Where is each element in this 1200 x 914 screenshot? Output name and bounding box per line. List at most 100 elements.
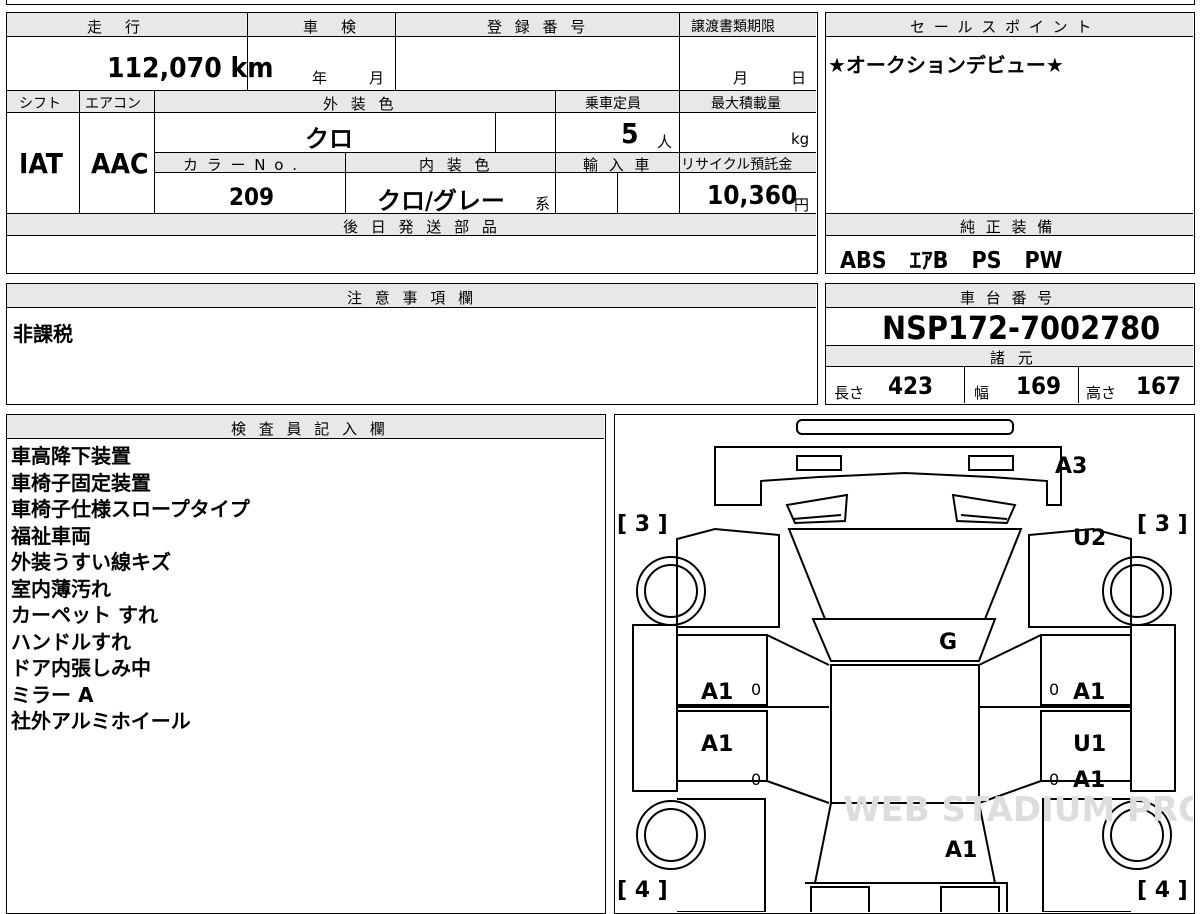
grid-line — [345, 152, 346, 213]
transfer-month: 月 — [733, 69, 749, 87]
windshield — [811, 618, 997, 662]
exterior-color-header: 外 装 色 — [323, 95, 398, 113]
mark-windshield: G — [939, 630, 957, 655]
transfer-day: 日 — [791, 69, 807, 87]
height-value: 167 — [1136, 372, 1182, 400]
grid-line — [555, 90, 556, 213]
roof — [787, 528, 1023, 620]
left-body — [676, 527, 780, 628]
shaken-year: 年 — [312, 69, 328, 87]
width-label: 幅 — [974, 384, 990, 402]
equipment-header: 純 正 装 備 — [960, 218, 1056, 236]
mark-left-rear-door: A1 — [701, 732, 733, 757]
shaken-month: 月 — [369, 69, 385, 87]
inspector-note: 福祉車両 — [11, 523, 91, 548]
exterior-color-value: クロ — [305, 125, 353, 153]
import-header: 輸 入 車 — [583, 156, 653, 174]
mark-top-right: U2 — [1073, 526, 1106, 551]
sales-point-text: ★オークションデビュー★ — [828, 53, 1064, 77]
registration-header: 登 録 番 号 — [487, 18, 590, 36]
inspector-note: ミラー A — [11, 682, 94, 707]
tire-front-left: [ 4 ] — [617, 878, 668, 903]
right-body — [1130, 624, 1176, 792]
length-label: 長さ — [834, 384, 865, 402]
recycle-fee-unit: 円 — [794, 196, 810, 214]
grid-line — [964, 367, 965, 403]
wheel-rear-right — [1102, 556, 1172, 626]
shift-header: シフト — [19, 96, 61, 112]
interior-color-value: クロ/グレー — [377, 187, 505, 215]
wheel-front-left — [636, 800, 706, 870]
rear-glass — [960, 514, 1008, 520]
tail-light-right — [968, 455, 1014, 471]
inspector-note: 車椅子仕様スロープタイプ — [11, 497, 250, 521]
capacity-header: 乗車定員 — [585, 96, 641, 112]
left-body — [632, 624, 678, 792]
inspector-note: カーペット すれ — [11, 603, 158, 627]
later-parts-header: 後 日 発 送 部 品 — [343, 218, 501, 236]
height-label: 高さ — [1086, 384, 1117, 402]
transfer-deadline-header: 譲渡書類期限 — [691, 19, 775, 35]
inspector-note: ハンドルすれ — [11, 629, 131, 654]
aircon-value: AAC — [91, 147, 149, 180]
tire-rear-left: [ 3 ] — [617, 512, 668, 537]
rear-glass — [792, 514, 842, 520]
wheel-front-left — [644, 808, 698, 862]
inspector-note: 車高降下装置 — [11, 444, 131, 468]
max-load-header: 最大積載量 — [711, 96, 781, 112]
car-diagram: WEB STADIUM PRO [ 3 ] [ 3 ] [ 4 ] [ 4 ] … — [617, 419, 1193, 912]
caution-panel: 注 意 事 項 欄 非課税 — [6, 283, 818, 405]
mark-left-front-door: A1 — [701, 680, 733, 705]
inspector-note: ドア内張しみ中 — [11, 656, 151, 680]
mark-right-rear-door-1: U1 — [1073, 732, 1106, 757]
grid-line — [154, 90, 155, 213]
inspector-header: 検 査 員 記 入 欄 — [231, 420, 389, 438]
tire-rear-right: [ 3 ] — [1137, 512, 1188, 537]
color-no-value: 209 — [229, 183, 275, 211]
capacity-unit: 人 — [657, 133, 673, 151]
chassis-header: 車 台 番 号 — [960, 289, 1056, 307]
recycle-fee-value: 10,360 — [707, 181, 798, 211]
door-zero-marker: 0 — [1049, 770, 1059, 789]
grid-line — [79, 90, 80, 213]
tail-light-left — [796, 455, 842, 471]
color-no-header: カ ラ ー N o . — [183, 156, 300, 174]
caution-text: 非課税 — [13, 322, 73, 346]
capacity-value: 5 — [621, 117, 639, 150]
interior-color-suffix: 系 — [535, 195, 551, 213]
chassis-panel: 車 台 番 号 NSP172-7002780 諸 元 長さ 423 幅 169 … — [825, 283, 1195, 405]
sales-point-panel: セ ー ル ス ポ イ ン ト ★オークションデビュー★ 純 正 装 備 ABS… — [825, 12, 1195, 274]
mark-right-rear-door-2: A1 — [1073, 768, 1105, 793]
shaken-header: 車 検 — [303, 18, 361, 36]
caution-header: 注 意 事 項 欄 — [347, 289, 478, 307]
sales-point-header: セ ー ル ス ポ イ ン ト — [910, 18, 1094, 36]
aircon-header: エアコン — [85, 96, 141, 112]
mileage-value: 112,070 km — [107, 51, 274, 84]
interior-color-header: 内 装 色 — [419, 156, 494, 174]
inspector-note: 外装うすい線キズ — [11, 550, 171, 574]
mileage-unit: km — [230, 51, 274, 84]
door-zero-marker: 0 — [751, 680, 761, 699]
grid-line — [247, 13, 248, 90]
door-zero-marker: 0 — [1049, 680, 1059, 699]
inspector-note: 社外アルミホイール — [11, 709, 191, 733]
grid-line — [495, 113, 496, 152]
equipment-text: ABS ｴｱB PS PW — [840, 248, 1063, 274]
grid-line — [679, 13, 680, 213]
left-body — [677, 798, 766, 912]
inspector-note: 車椅子固定装置 — [11, 470, 151, 495]
watermark: WEB STADIUM PRO — [843, 790, 1193, 830]
wheel-rear-right — [1110, 564, 1164, 618]
grid-line — [395, 13, 396, 90]
grid-line — [617, 173, 618, 213]
vehicle-info-table: 走 行 車 検 登 録 番 号 譲渡書類期限 112,070 km 年 月 月 … — [6, 12, 818, 274]
wheel-rear-left — [644, 564, 698, 618]
rear-bumper-strip — [796, 419, 1014, 435]
recycle-fee-header: リサイクル預託金 — [681, 157, 793, 173]
inspector-note: 室内薄汚れ — [11, 576, 111, 601]
mark-front: A1 — [945, 838, 977, 863]
grid-line — [1078, 367, 1079, 403]
wheel-rear-left — [636, 556, 706, 626]
specs-header: 諸 元 — [990, 349, 1037, 367]
max-load-unit: kg — [791, 130, 810, 148]
